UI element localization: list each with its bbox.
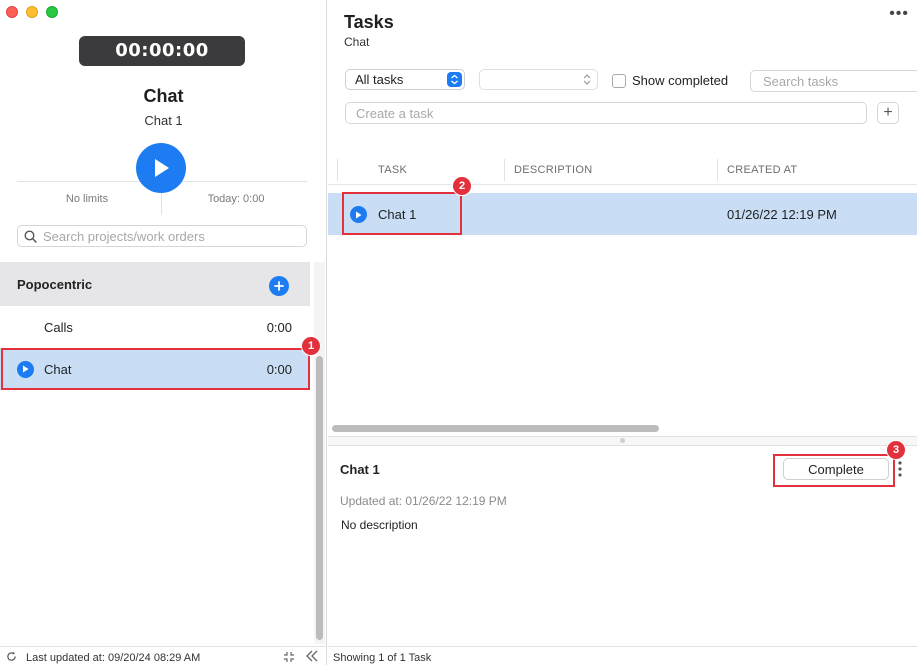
client-group-name: Popocentric: [17, 276, 93, 292]
project-search-field[interactable]: [17, 225, 307, 247]
start-timer-button[interactable]: [136, 143, 186, 193]
column-separator[interactable]: [504, 159, 505, 181]
zoom-window-button[interactable]: [46, 6, 58, 18]
timer-display: 00:00:00: [79, 36, 245, 66]
project-list: Popocentric Calls 0:00 Chat 0:00: [0, 262, 310, 644]
task-table-header: TASK DESCRIPTION CREATED AT: [328, 155, 917, 185]
annotation-badge-2: 2: [452, 176, 472, 196]
search-icon: [24, 229, 37, 243]
secondary-filter-select[interactable]: [479, 69, 598, 90]
project-time: 0:00: [266, 319, 292, 335]
annotation-badge-3: 3: [886, 440, 906, 460]
more-options-icon[interactable]: •••: [889, 5, 909, 23]
sidebar: 00:00:00 Chat Chat 1 No limits Today: 0:…: [0, 0, 327, 665]
detail-more-icon[interactable]: [898, 460, 902, 478]
stepper-icon: [447, 72, 462, 87]
column-separator[interactable]: [717, 159, 718, 181]
refresh-icon[interactable]: [6, 651, 17, 662]
highlight-box-1: [1, 348, 310, 390]
main-footer: Showing 1 of 1 Task: [328, 646, 917, 665]
show-completed-checkbox[interactable]: [612, 73, 626, 88]
annotation-badge-1: 1: [301, 336, 321, 356]
task-search-field[interactable]: [750, 70, 917, 92]
detail-description: No description: [341, 518, 418, 532]
sidebar-scrollbar[interactable]: [316, 356, 323, 640]
task-count-text: Showing 1 of 1 Task: [333, 652, 432, 664]
stepper-icon: [583, 74, 591, 85]
plus-icon: [274, 281, 284, 291]
project-name: Calls: [44, 319, 73, 335]
highlight-box-2: [342, 192, 462, 235]
highlight-box-3: [773, 454, 895, 487]
sidebar-footer: Last updated at: 09/20/24 08:29 AM: [0, 646, 327, 665]
collapse-sidebar-icon[interactable]: [305, 650, 319, 662]
add-project-button[interactable]: [269, 276, 289, 296]
current-project-title: Chat: [143, 86, 184, 106]
task-search-input[interactable]: [763, 73, 917, 89]
close-window-button[interactable]: [6, 6, 18, 18]
last-updated-text: Last updated at: 09/20/24 08:29 AM: [26, 652, 201, 664]
tasks-panel: Tasks Chat ••• All tasks Show completed …: [328, 0, 917, 665]
task-created-cell: 01/26/22 12:19 PM: [727, 207, 837, 222]
detail-updated-at: Updated at: 01/26/22 12:19 PM: [340, 494, 507, 508]
task-filter-value: All tasks: [355, 72, 404, 87]
project-row-calls[interactable]: Calls 0:00: [0, 306, 310, 348]
show-completed-label: Show completed: [632, 73, 729, 88]
show-completed-toggle[interactable]: Show completed: [612, 73, 728, 88]
page-title: Tasks: [344, 12, 394, 32]
create-task-input[interactable]: [345, 102, 867, 124]
column-header-created-at[interactable]: CREATED AT: [727, 164, 797, 176]
table-horizontal-scrollbar[interactable]: [332, 425, 659, 432]
detail-task-title: Chat 1: [340, 462, 380, 477]
column-separator: [337, 159, 338, 181]
limits-text: No limits: [65, 193, 109, 205]
project-search-input[interactable]: [43, 228, 306, 244]
page-subtitle: Chat: [344, 35, 370, 49]
current-task-subtitle: Chat 1: [144, 113, 183, 128]
collapse-icon[interactable]: [283, 651, 295, 663]
task-filter-select[interactable]: All tasks: [345, 69, 465, 90]
add-task-button[interactable]: +: [877, 102, 899, 124]
column-header-task[interactable]: TASK: [378, 164, 407, 176]
column-header-description[interactable]: DESCRIPTION: [514, 164, 592, 176]
minimize-window-button[interactable]: [26, 6, 38, 18]
play-icon: [155, 159, 169, 177]
stats-vertical-divider: [161, 193, 162, 215]
client-group-header[interactable]: Popocentric: [0, 262, 310, 306]
split-grip-handle[interactable]: [620, 438, 625, 443]
today-time-text: Today: 0:00: [207, 193, 265, 205]
